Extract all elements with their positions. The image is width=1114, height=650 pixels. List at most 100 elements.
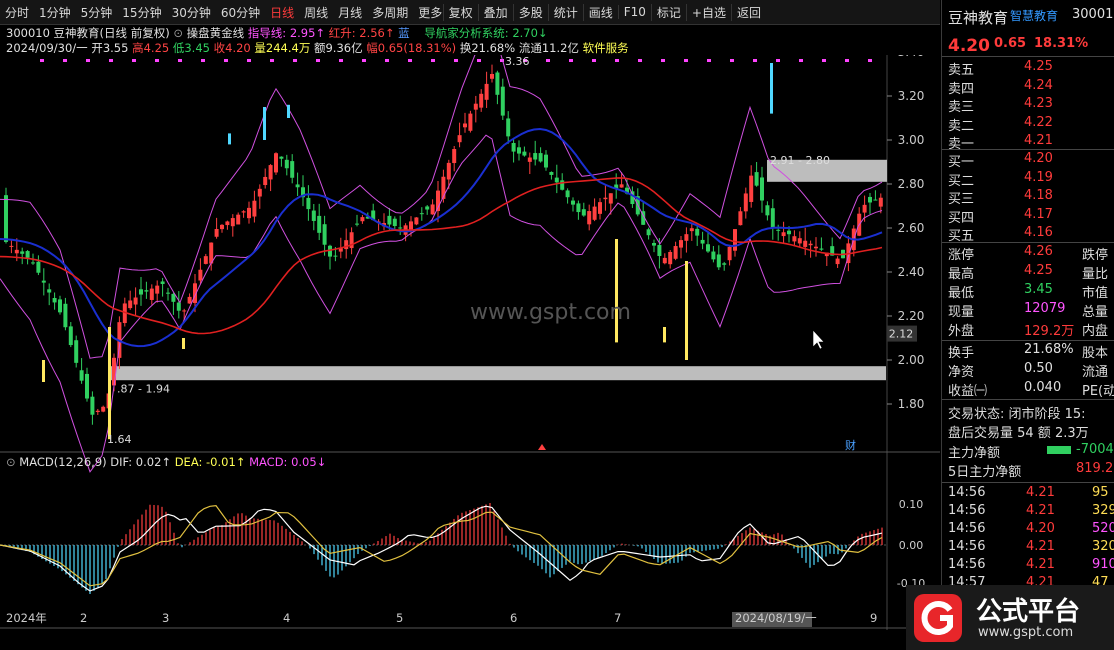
period-tab-7[interactable]: 周线 — [299, 4, 333, 21]
yellow-signal — [182, 338, 185, 349]
stat-0-text: 4.26 — [1024, 244, 1053, 259]
candle-body — [392, 218, 397, 227]
candle-body — [787, 230, 791, 235]
candle-body — [533, 153, 538, 160]
band-low-label: .87 - 1.94 — [117, 383, 170, 396]
toolbar-action-8[interactable]: 返回 — [730, 3, 766, 21]
ask-3-text: 卖二 — [948, 118, 975, 134]
stat2-1-text: 净资 — [948, 365, 975, 380]
candle-body — [581, 209, 586, 216]
candle-body — [419, 213, 424, 215]
top-dot — [155, 59, 159, 62]
stock-head: 豆神教育智慧教育 300010 — [942, 6, 1114, 27]
bid-0: 买一 4.20 — [942, 150, 1114, 170]
top-dot — [707, 59, 711, 62]
candle-body — [274, 153, 278, 173]
toolbar-action-4[interactable]: 画线 — [582, 3, 618, 21]
stat-4-text: 内盘 — [1082, 324, 1109, 339]
candle-body — [155, 285, 160, 294]
top-dot — [431, 59, 435, 62]
candle-body — [198, 269, 203, 281]
candle-body — [484, 83, 489, 100]
toolbar-action-3[interactable]: 统计 — [547, 3, 583, 21]
period-tab-9[interactable]: 多周期 — [367, 4, 413, 21]
candle-body — [441, 176, 446, 199]
candle-body — [554, 177, 559, 183]
period-tab-8[interactable]: 月线 — [333, 4, 367, 21]
candle-body — [36, 261, 41, 273]
stat-0-text: 涨停 — [948, 248, 975, 263]
top-dot — [477, 59, 481, 62]
candle-body — [63, 303, 68, 328]
support-band — [108, 366, 886, 381]
top-dot — [293, 59, 297, 62]
candle-body — [749, 175, 754, 202]
period-tab-4[interactable]: 30分钟 — [167, 4, 216, 21]
stat2-0-text: 21.68% — [1024, 342, 1074, 357]
top-dot — [638, 59, 642, 62]
stat-1: 最高 4.25 量比 — [942, 262, 1114, 282]
price-chart[interactable]: 3.40 3.20 3.00 2.80 2.60 2.40 2.20 2.00 1.80 2.12… — [0, 55, 940, 630]
bid-1-text: 买二 — [948, 173, 975, 189]
top-dot — [569, 59, 573, 62]
toolbar-action-5[interactable]: F10 — [617, 5, 651, 19]
bid-4: 买五 4.16 — [942, 224, 1114, 244]
candle-body — [814, 246, 818, 249]
candle-body — [808, 243, 813, 246]
tick-0: 14:56 4.21 95 — [942, 484, 1114, 503]
candle-body — [603, 197, 608, 200]
candle-body — [263, 176, 268, 186]
period-tab-2[interactable]: 5分钟 — [76, 4, 118, 21]
date-axis-label: 3 — [162, 611, 169, 625]
period-tab-6[interactable]: 日线 — [265, 4, 299, 21]
tick-2-text: 4.20 — [1026, 521, 1055, 536]
toolbar-action-1[interactable]: 叠加 — [477, 3, 513, 21]
gspt-logo-icon — [914, 594, 962, 642]
stat-2: 最低 3.45 市值 — [942, 281, 1114, 301]
candle-body — [544, 154, 548, 168]
divider — [942, 56, 1114, 57]
candle-body — [225, 221, 230, 226]
tick-1-text: 14:56 — [948, 503, 986, 518]
indicator-name[interactable]: 操盘黄金线 — [187, 26, 245, 40]
period-tab-0[interactable]: 分时 — [0, 4, 34, 21]
candle-body — [9, 245, 14, 247]
candle-body — [527, 157, 532, 162]
toolbar-action-0[interactable]: 复权 — [442, 3, 478, 21]
bar-open: 开3.55 — [91, 41, 129, 55]
tick-2-text: 14:56 — [948, 521, 986, 536]
dif-line — [0, 505, 883, 592]
toolbar-action-2[interactable]: 多股 — [512, 3, 548, 21]
candle-body — [878, 197, 883, 207]
candle-body — [473, 103, 478, 110]
period-tab-5[interactable]: 60分钟 — [216, 4, 265, 21]
top-dot — [109, 59, 113, 62]
candle-body — [85, 373, 89, 399]
period-tab-1[interactable]: 1分钟 — [34, 4, 76, 21]
top-dot — [132, 59, 136, 62]
event-marker-icon — [538, 444, 546, 450]
top-dot — [776, 59, 780, 62]
candle-body — [425, 206, 430, 210]
candle-body — [835, 258, 840, 265]
toolbar-action-7[interactable]: +自选 — [685, 3, 731, 21]
quote-panel: 豆神教育智慧教育 300010 4.20 0.65 18.31% 卖五 4.25 卖四 4.24… — [941, 0, 1114, 650]
candle-body — [711, 251, 716, 260]
stock-name: 豆神教育 — [948, 9, 1009, 27]
candle-body — [479, 93, 484, 108]
cyan-signal — [228, 133, 231, 145]
low-label: 1.64 — [107, 433, 132, 446]
tick-2: 14:56 4.20 520 — [942, 520, 1114, 539]
top-dot — [546, 59, 550, 62]
bar-industry: 软件服务 — [582, 41, 629, 55]
macd-toggle-icon[interactable]: ⊙ — [6, 455, 16, 469]
candle-body — [619, 184, 624, 188]
toolbar-action-6[interactable]: 标记 — [650, 3, 686, 21]
candle-body — [187, 296, 192, 304]
period-tab-3[interactable]: 15分钟 — [117, 4, 166, 21]
ask-1-text: 卖四 — [948, 81, 975, 97]
chart-header-line2: 2024/09/30/一 开3.55 高4.25 低3.45 收4.20 量24… — [6, 40, 629, 56]
candle-body — [52, 298, 57, 303]
indicator-toggle-icon[interactable]: ⊙ — [173, 26, 183, 40]
macd-title[interactable]: MACD(12,26,9) — [19, 455, 106, 469]
